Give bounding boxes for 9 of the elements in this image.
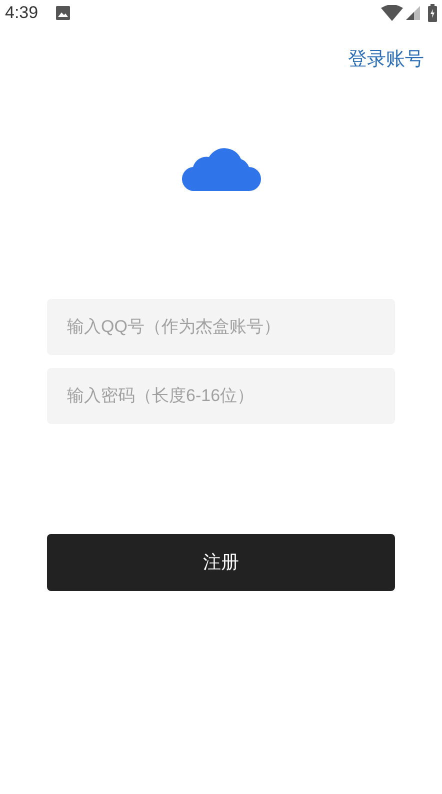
wifi-icon <box>381 5 403 21</box>
image-icon <box>56 6 70 20</box>
password-field[interactable]: 输入密码（长度6-16位） <box>47 368 395 424</box>
battery-icon <box>428 4 437 22</box>
signal-icon <box>406 6 420 20</box>
register-button[interactable]: 注册 <box>47 534 395 590</box>
qq-number-field[interactable]: 输入QQ号（作为杰盒账号） <box>47 298 395 354</box>
status-time: 4:39 <box>5 2 38 24</box>
login-link[interactable]: 登录账号 <box>348 46 424 74</box>
